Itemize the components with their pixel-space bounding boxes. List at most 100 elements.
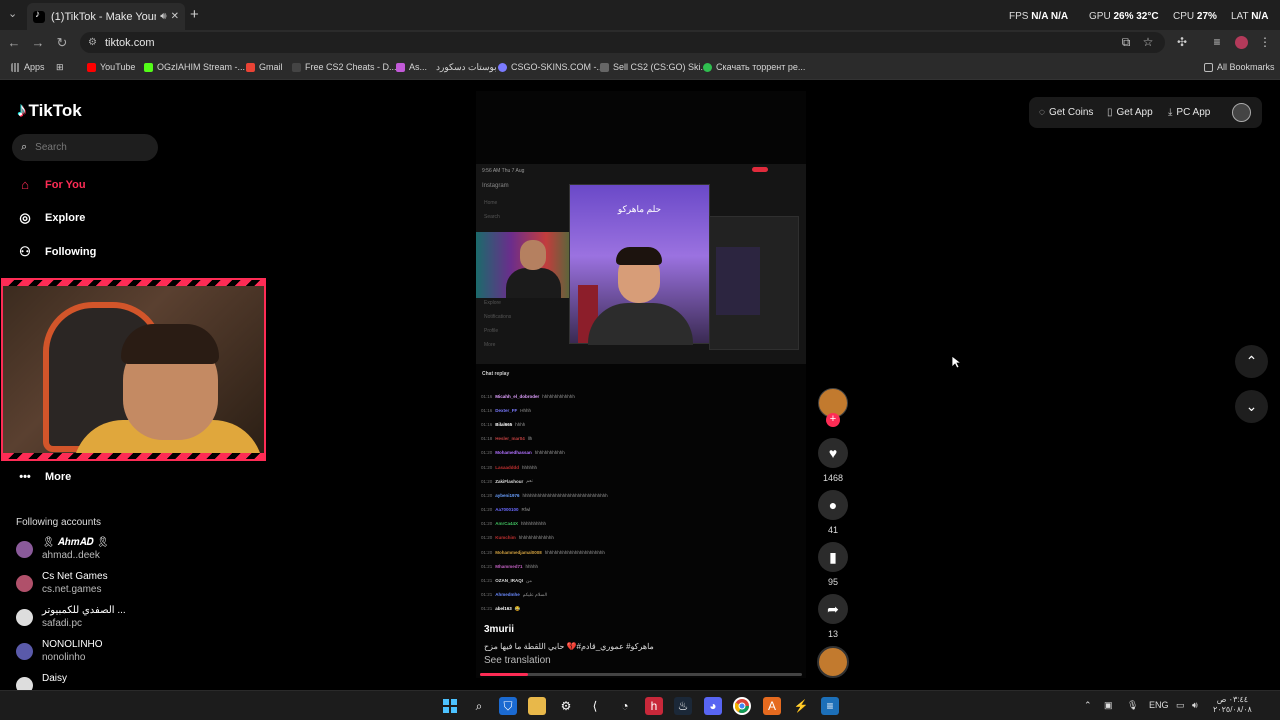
bookmark-kick[interactable]: OGzIAHIM Stream -... xyxy=(144,62,245,72)
share-count: 13 xyxy=(827,629,838,639)
bookmark-csgo-skins[interactable]: CSGO-SKINS.COM -... xyxy=(498,62,604,72)
extensions-icon[interactable]: ✣ xyxy=(1175,35,1189,49)
chat-message: hhhhhhhhhhhhhh xyxy=(518,535,554,541)
forward-icon[interactable]: → xyxy=(30,35,46,50)
bookmark-discord-posts[interactable]: بوستات دسكورد xyxy=(436,62,497,73)
app-icon[interactable]: ⟨ xyxy=(586,697,604,715)
new-tab-button[interactable]: + xyxy=(190,6,199,23)
chat-username: Mohammedjamal0008 xyxy=(495,549,542,555)
grid-icon[interactable]: ⊞ xyxy=(56,62,64,73)
bookmark-apps[interactable]: Apps xyxy=(11,62,45,72)
volume-icon[interactable]: 🔊︎ xyxy=(1192,700,1198,711)
language-indicator[interactable]: ENG xyxy=(1149,700,1169,710)
video-thumbnail xyxy=(716,247,760,315)
bookmark-youtube[interactable]: YouTube xyxy=(87,62,135,72)
network-icon[interactable]: ▭ xyxy=(1176,700,1185,711)
following-account[interactable]: الصفدي للكمبيوتر ... safadi.pc xyxy=(16,604,126,630)
bookmark-as[interactable]: As... xyxy=(396,62,427,72)
following-account[interactable]: NONOLINHO nonolinho xyxy=(16,638,103,664)
microphone-icon[interactable]: 🎙︎ xyxy=(1127,700,1138,711)
music-disc[interactable] xyxy=(817,646,849,678)
next-video-button[interactable]: ⌄ xyxy=(1235,390,1268,423)
all-bookmarks[interactable]: All Bookmarks xyxy=(1204,62,1275,72)
chat-time: 01:21 xyxy=(481,563,493,569)
chat-message: نعم xyxy=(526,478,533,484)
notepad-icon[interactable]: ≡ xyxy=(821,697,839,715)
chat-message: hhhhhhhhhhhhhhhhhhhhhhhhhhhhhhhhhh xyxy=(522,492,608,498)
chat-username: Hesler_mar04 xyxy=(495,436,525,442)
nav-more[interactable]: ••• More xyxy=(16,471,71,483)
steam-icon[interactable]: ♨ xyxy=(674,697,692,715)
app-icon[interactable]: h xyxy=(645,697,663,715)
search-input[interactable]: ⌕ Search xyxy=(12,134,158,161)
chat-message: hhhhhhhhhhhhh xyxy=(542,393,575,399)
browser-tab-tiktok[interactable]: (1)TikTok - Make Your Day 🔊︎ ✕ xyxy=(27,3,185,30)
chat-time: 01:20 xyxy=(481,535,493,541)
app-icon[interactable]: ◔ xyxy=(616,697,634,715)
video-progress-bar[interactable] xyxy=(480,673,802,676)
previous-video-button[interactable]: ⌃ xyxy=(1235,345,1268,378)
back-icon[interactable]: ← xyxy=(6,35,22,50)
taskbar-search-icon[interactable]: ⌕ xyxy=(470,697,488,715)
discord-icon[interactable]: ◕ xyxy=(704,697,722,715)
account-name: 🎗 𝑨𝒉𝒎𝑨𝑫 🎗 xyxy=(42,537,110,548)
person-head xyxy=(520,240,546,270)
follow-plus-icon[interactable]: + xyxy=(826,413,840,427)
share-button[interactable]: ➦ xyxy=(818,594,848,624)
tray-app-icon[interactable]: ▣ xyxy=(1104,700,1113,711)
app-icon[interactable]: ⚡ xyxy=(792,697,810,715)
nav-for-you[interactable]: ⌂ For You xyxy=(16,177,85,192)
bookmark-gmail[interactable]: Gmail xyxy=(246,62,283,72)
install-app-icon[interactable]: ⧉ xyxy=(1119,35,1133,50)
speaker-icon[interactable]: 🔊︎ xyxy=(160,11,166,22)
chat-message: 😂 xyxy=(514,605,521,611)
video-progress-fill xyxy=(480,673,529,676)
save-button[interactable]: ▮ xyxy=(818,542,848,572)
app-icon[interactable]: A xyxy=(763,697,781,715)
video-player[interactable]: 9:56 AM Thu 7 Aug Instagram Home Search … xyxy=(476,91,806,678)
tiktok-logo[interactable]: ♪ TikTok xyxy=(17,100,82,122)
security-shield-icon[interactable]: ⛉ xyxy=(499,697,517,715)
recording-pill xyxy=(752,167,768,172)
bookmark-torrent[interactable]: Скачать торрент ре... xyxy=(703,62,805,72)
chat-message: من xyxy=(526,577,532,583)
bookmark-cs2-cheats[interactable]: Free CS2 Cheats - D... xyxy=(292,62,397,72)
streamer-webcam-overlay xyxy=(1,278,266,461)
tab-search-icon[interactable]: ⌄ xyxy=(8,7,17,20)
profile-avatar-icon[interactable] xyxy=(1235,36,1248,49)
bookmark-sell-cs2[interactable]: Sell CS2 (CS:GO) Ski... xyxy=(600,62,708,72)
reload-icon[interactable]: ↻ xyxy=(54,35,70,51)
pc-app-button[interactable]: ⤓ PC App xyxy=(1168,107,1210,118)
chat-time: 01:16 xyxy=(481,421,493,427)
hud-cpu: CPU 27% xyxy=(1173,11,1217,22)
nav-explore[interactable]: ◎ Explore xyxy=(16,210,85,226)
see-translation-link[interactable]: See translation xyxy=(484,655,551,666)
address-bar[interactable]: ⚙ tiktok.com xyxy=(80,32,1165,53)
video-author[interactable]: 3murii xyxy=(484,624,514,635)
chat-username: Mhammed71 xyxy=(495,563,523,569)
comment-button[interactable]: ● xyxy=(818,490,848,520)
settings-gear-icon[interactable]: ⚙ xyxy=(557,697,575,715)
chrome-icon[interactable] xyxy=(733,697,751,715)
start-windows-icon[interactable] xyxy=(441,697,459,715)
like-button[interactable]: ♥ xyxy=(818,438,848,468)
get-app-button[interactable]: ▯ Get App xyxy=(1107,107,1153,118)
get-coins-button[interactable]: ◌ Get Coins xyxy=(1039,107,1093,118)
following-account[interactable]: Cs Net Games cs.net.games xyxy=(16,570,108,596)
heart-icon: ♥ xyxy=(828,445,838,461)
nav-following[interactable]: ⚇ Following xyxy=(16,244,96,260)
site-info-icon[interactable]: ⚙ xyxy=(88,37,97,48)
file-explorer-icon[interactable] xyxy=(528,697,546,715)
bookmark-star-icon[interactable]: ☆ xyxy=(1141,35,1155,49)
chat-message: hhhh xyxy=(515,421,526,427)
profile-avatar[interactable] xyxy=(1232,103,1251,122)
logo-text: TikTok xyxy=(28,101,82,120)
account-name: Daisy xyxy=(42,673,68,684)
tray-overflow-icon[interactable]: ⌃ xyxy=(1084,700,1092,711)
close-tab-icon[interactable]: ✕ xyxy=(171,11,179,22)
chat-message: hhhhhhhhhh xyxy=(521,521,547,527)
system-clock[interactable]: ٠٣:٤٤ ص ٢٠٢٥/٠٨/٠٨ xyxy=(1213,695,1252,715)
reading-list-icon[interactable]: ≡ xyxy=(1210,35,1224,49)
following-account[interactable]: 🎗 𝑨𝒉𝒎𝑨𝑫 🎗 ahmad..deek xyxy=(16,536,109,562)
menu-kebab-icon[interactable]: ⋮ xyxy=(1258,35,1272,49)
